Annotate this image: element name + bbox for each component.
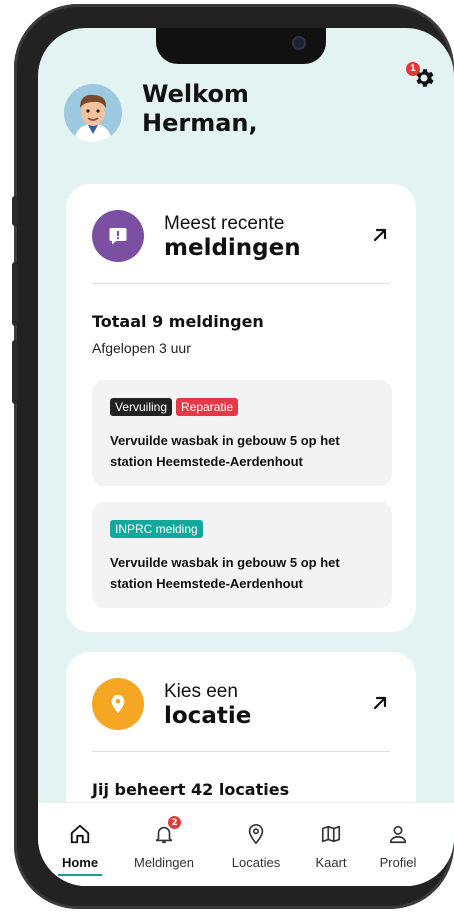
- map-pin-icon: [92, 678, 144, 730]
- tag-badge: INPRC melding: [110, 520, 203, 538]
- tab-profile[interactable]: Profiel: [358, 803, 438, 886]
- camera-icon: [292, 36, 306, 50]
- tab-home[interactable]: Home: [40, 803, 120, 886]
- notifications-badge: 2: [168, 816, 181, 829]
- locations-summary: Jij beheert 42 locaties: [92, 780, 290, 799]
- avatar[interactable]: [64, 84, 122, 142]
- phone-side-button: [12, 196, 18, 226]
- total-notifications: Totaal 9 meldingen: [92, 312, 264, 331]
- bottom-navigation: Home 2 Meldingen Locaties Kaart Profiel: [38, 802, 454, 886]
- tag-badge: Reparatie: [176, 398, 239, 416]
- card-title: meldingen: [164, 235, 301, 261]
- notification-text: Vervuilde wasbak in gebouw 5 op het stat…: [110, 433, 340, 469]
- card-title: locatie: [164, 703, 252, 729]
- welcome-line: Welkom: [142, 80, 249, 108]
- divider: [92, 283, 390, 284]
- tag-list: INPRC melding: [110, 520, 203, 538]
- notification-item[interactable]: INPRC melding Vervuilde wasbak in gebouw…: [92, 502, 392, 608]
- settings-button[interactable]: 1: [404, 62, 436, 98]
- recent-notifications-card[interactable]: Meest recente meldingen Totaal 9 melding…: [66, 184, 416, 632]
- tag-list: Vervuiling Reparatie: [110, 398, 239, 416]
- notch: [156, 28, 326, 64]
- notification-text: Vervuilde wasbak in gebouw 5 op het stat…: [110, 555, 340, 591]
- tab-notifications[interactable]: 2 Meldingen: [124, 803, 204, 886]
- active-indicator: [58, 874, 102, 876]
- time-period: Afgelopen 3 uur: [92, 340, 191, 356]
- user-name: Herman,: [142, 109, 258, 137]
- user-icon: [358, 823, 438, 845]
- card-title-prefix: Kies een: [164, 681, 238, 702]
- tab-label: Meldingen: [134, 855, 194, 870]
- home-icon: [40, 823, 120, 845]
- map-pin-icon: [216, 823, 296, 845]
- arrow-up-right-icon[interactable]: [372, 692, 388, 716]
- tag-badge: Vervuiling: [110, 398, 173, 416]
- settings-badge: 1: [406, 62, 420, 76]
- card-header[interactable]: Meest recente meldingen: [66, 184, 416, 284]
- notification-item[interactable]: Vervuiling Reparatie Vervuilde wasbak in…: [92, 380, 392, 486]
- app-screen: Welkom Herman, 1 Meest recente meldingen: [38, 28, 454, 886]
- tab-label: Home: [61, 855, 99, 870]
- bell-icon: [124, 823, 204, 845]
- tab-locations[interactable]: Locaties: [216, 803, 296, 886]
- card-title-prefix: Meest recente: [164, 213, 285, 234]
- message-alert-icon: [92, 210, 144, 262]
- arrow-up-right-icon[interactable]: [372, 224, 388, 248]
- tab-label: Locaties: [231, 855, 281, 870]
- card-header[interactable]: Kies een locatie: [66, 652, 416, 752]
- welcome-heading: Welkom Herman,: [142, 80, 342, 138]
- divider: [92, 751, 390, 752]
- phone-side-button: [12, 340, 18, 404]
- tab-label: Profiel: [379, 855, 417, 870]
- phone-side-button: [12, 262, 18, 326]
